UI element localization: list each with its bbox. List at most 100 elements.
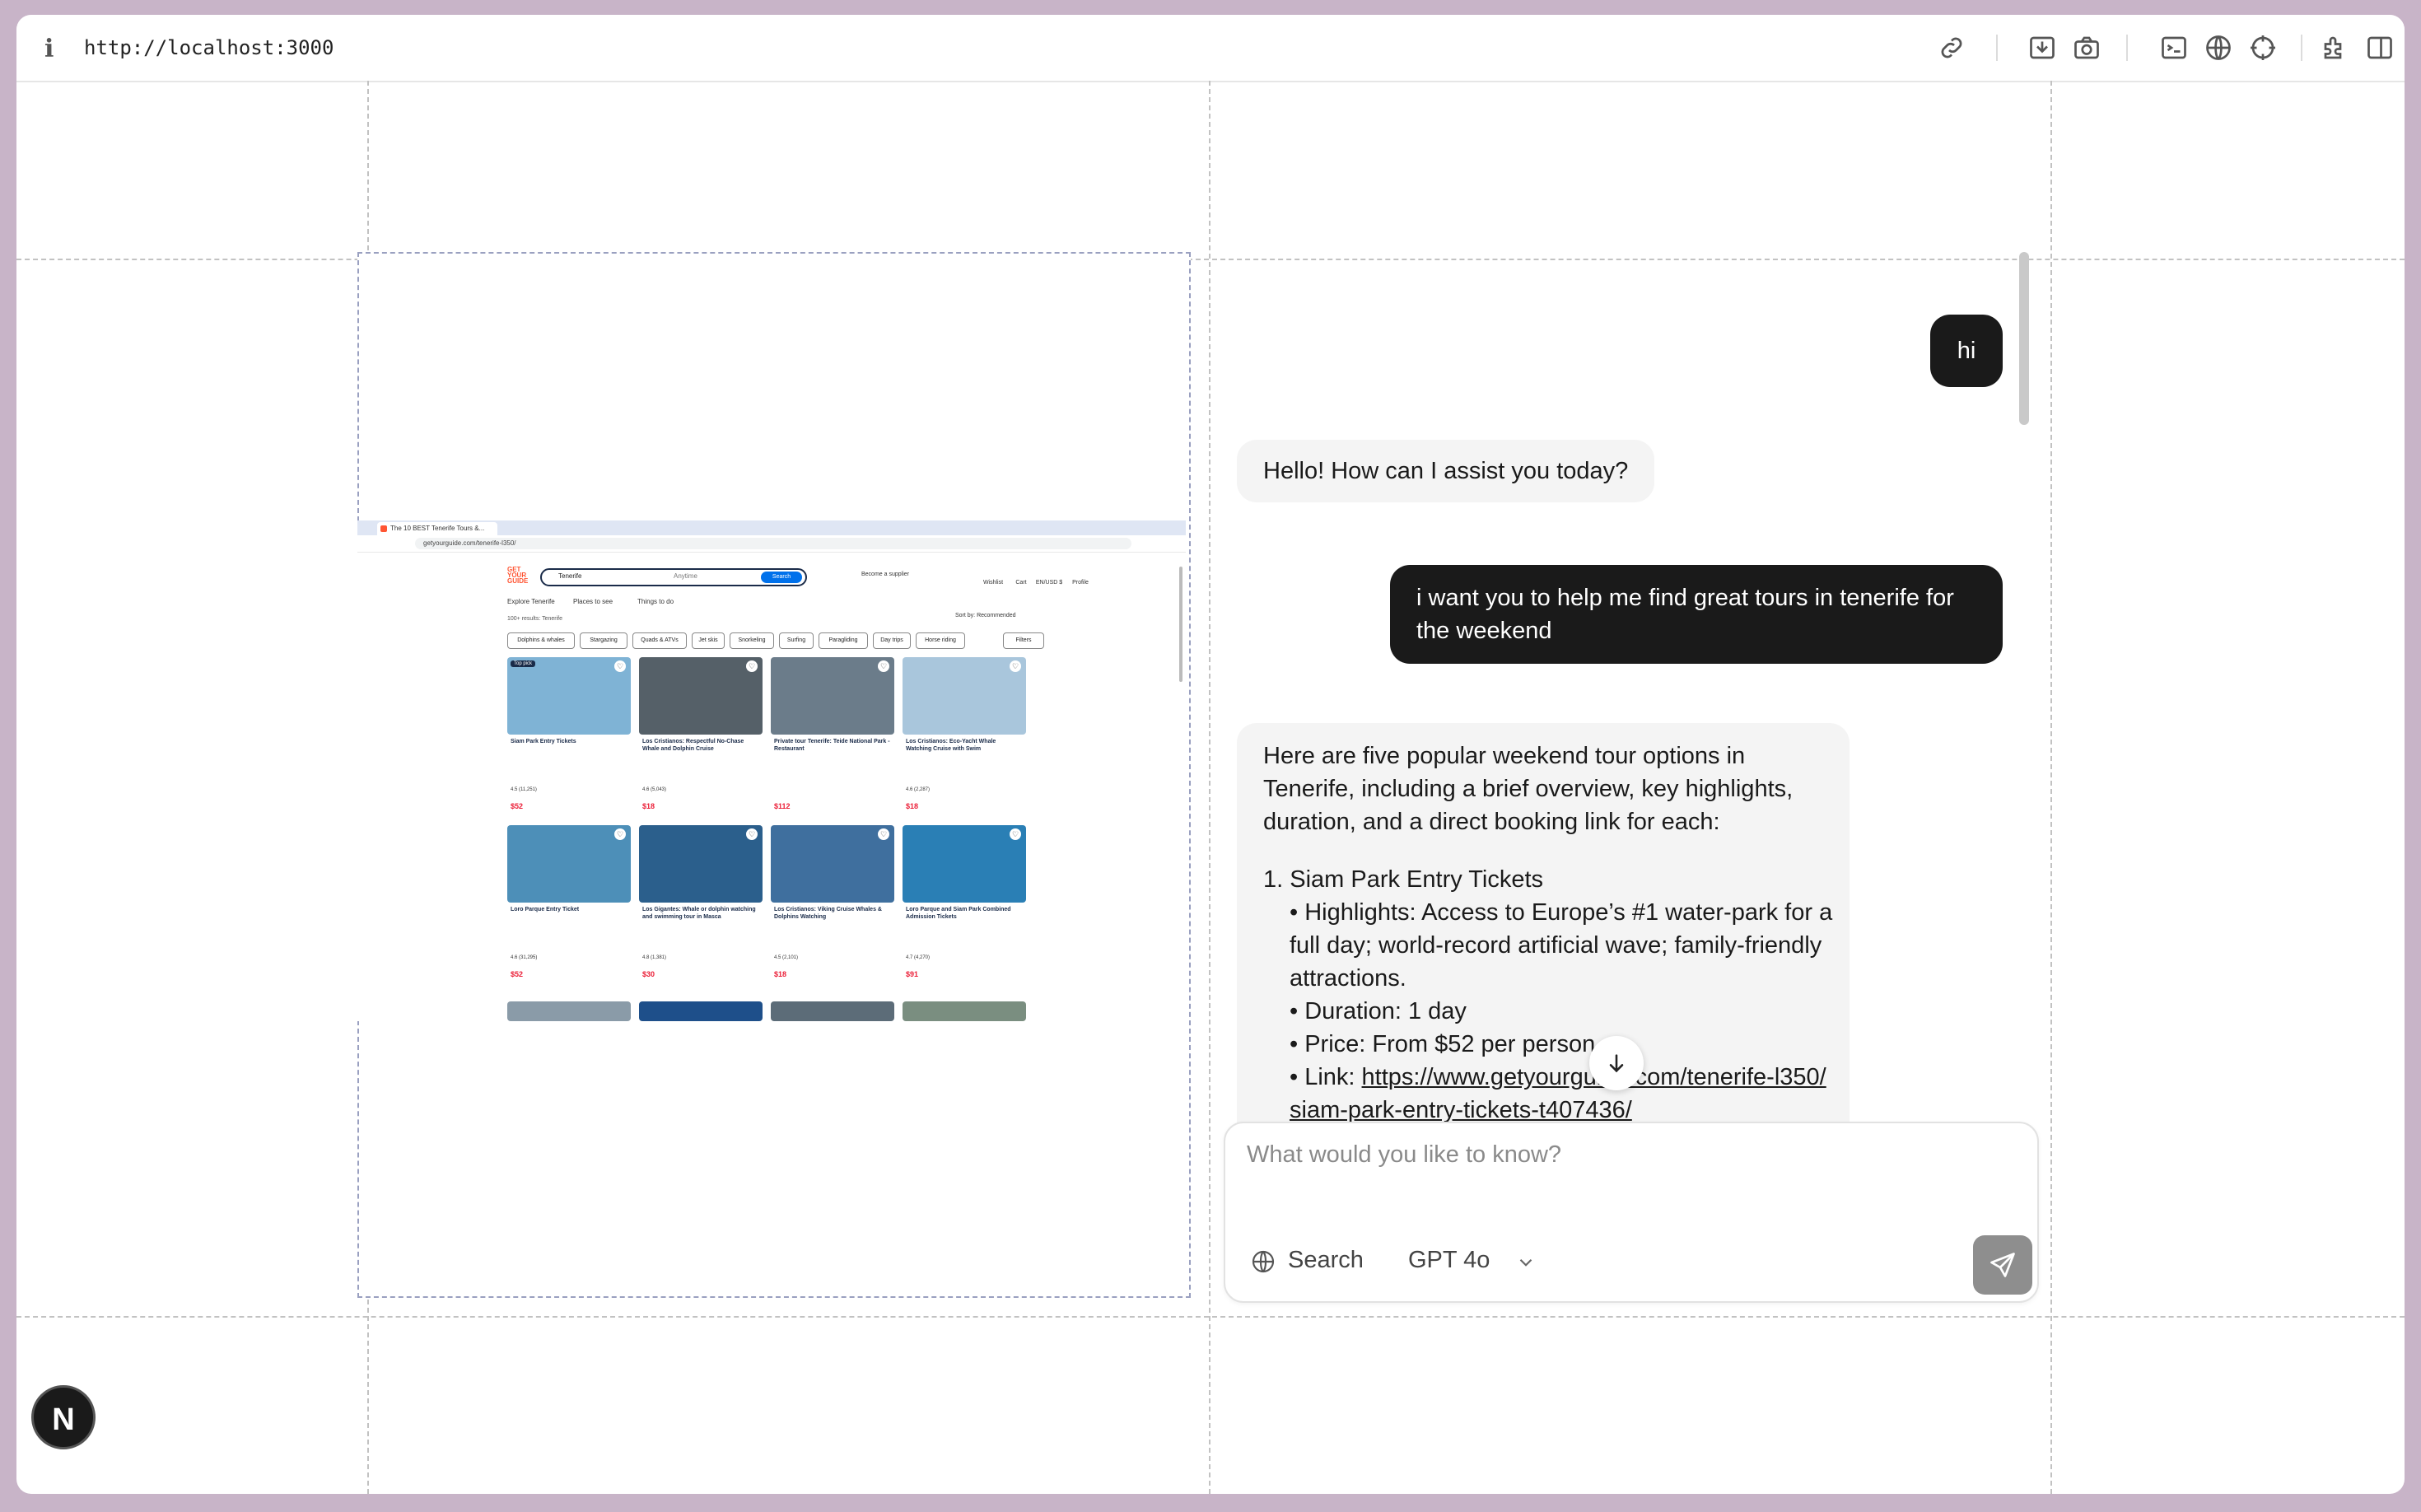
terminal-icon[interactable] xyxy=(2159,33,2189,63)
preview-filter-chip: Day trips xyxy=(873,632,911,649)
model-selector[interactable]: GPT 4o xyxy=(1408,1247,1532,1274)
tour-rating: 4.7 (4,270) xyxy=(906,955,931,960)
tour-price: $52 xyxy=(511,970,524,978)
tour-list-item: 1. Siam Park Entry Tickets xyxy=(1263,866,1544,893)
globe-icon xyxy=(1252,1250,1275,1273)
preview-header-label: EN/USD $ xyxy=(1035,580,1063,586)
tour-image xyxy=(771,1001,894,1021)
user-message: hi xyxy=(1930,315,2003,387)
preview-tour-card: ♡ Los Cristianos: Respectful No-Chase Wh… xyxy=(639,657,763,822)
preview-search-value: Tenerife xyxy=(558,572,582,580)
toolbar-divider xyxy=(2126,35,2128,61)
preview-tab: The 10 BEST Tenerife Tours &... xyxy=(377,522,497,535)
chat-input[interactable]: What would you like to know? xyxy=(1247,1141,1561,1169)
heart-icon: ♡ xyxy=(614,660,626,672)
website-preview-screenshot[interactable]: The 10 BEST Tenerife Tours &... getyourg… xyxy=(357,520,1186,1021)
preview-scrollbar xyxy=(1179,567,1183,682)
guide-line xyxy=(1209,81,1210,1494)
chevron-down-icon xyxy=(1519,1258,1532,1267)
preview-filter-chip: Jet skis xyxy=(692,632,725,649)
guide-line xyxy=(16,1316,2405,1318)
nextjs-dev-badge[interactable]: N xyxy=(31,1385,96,1449)
tour-price: $91 xyxy=(906,970,919,978)
assistant-message: Hello! How can I assist you today? xyxy=(1237,440,1655,502)
tour-price: • Price: From $52 per person xyxy=(1290,1031,1596,1057)
tour-image xyxy=(507,657,631,735)
tour-rating: 4.6 (2,287) xyxy=(906,787,931,792)
tour-title: Siam Park Entry Tickets xyxy=(511,739,576,744)
chat-input-box[interactable]: What would you like to know? Search GPT … xyxy=(1224,1122,2039,1303)
tour-rating: 4.6 (31,295) xyxy=(511,955,538,960)
tour-image xyxy=(639,1001,763,1021)
tour-price: $18 xyxy=(642,802,655,810)
preview-search-button: Search xyxy=(761,572,802,583)
toolbar-divider xyxy=(2301,35,2302,61)
preview-address-bar: getyourguide.com/tenerife-l350/ xyxy=(357,535,1186,553)
preview-nav-item: Things to do xyxy=(637,598,674,605)
user-message: i want you to help me find great tours i… xyxy=(1390,565,2003,664)
tour-image xyxy=(903,657,1026,735)
heart-icon: ♡ xyxy=(746,660,758,672)
preview-search-box: Tenerife Anytime Search xyxy=(540,568,807,586)
heart-icon: ♡ xyxy=(614,828,626,840)
scroll-down-button[interactable] xyxy=(1589,1036,1644,1090)
tour-rating: 4.5 (11,251) xyxy=(511,787,537,792)
globe-icon[interactable] xyxy=(2204,33,2233,63)
sidebar-icon[interactable] xyxy=(2365,33,2395,63)
preview-become-supplier: Become a supplier xyxy=(861,572,909,577)
link-icon[interactable] xyxy=(1937,33,1966,63)
getyourguide-logo: GET YOUR GUIDE xyxy=(507,567,532,585)
tour-image xyxy=(507,825,631,903)
preview-filter-chip: Paragliding xyxy=(819,632,868,649)
tour-image xyxy=(771,657,894,735)
logo-line: GUIDE xyxy=(507,577,529,585)
tour-price: $112 xyxy=(774,802,791,810)
preview-tour-card: ♡ Loro Parque and Siam Park Combined Adm… xyxy=(903,825,1026,990)
tour-link-label: • Link: xyxy=(1290,1064,1362,1090)
preview-tour-card: ♡ Private tour Tenerife: Teide National … xyxy=(771,657,894,822)
tour-image xyxy=(639,825,763,903)
url-bar[interactable]: http://localhost:3000 xyxy=(84,36,334,59)
crosshair-icon[interactable] xyxy=(2248,33,2278,63)
top-pick-badge: Top pick xyxy=(511,660,536,667)
camera-icon[interactable] xyxy=(2072,33,2101,63)
preview-nav-item: Places to see xyxy=(573,598,613,605)
heart-icon: ♡ xyxy=(1010,828,1021,840)
tour-title: Los Cristianos: Viking Cruise Whales & D… xyxy=(774,907,882,920)
tour-image xyxy=(771,825,894,903)
browser-toolbar: i http://localhost:3000 xyxy=(16,15,2405,82)
tour-image xyxy=(639,657,763,735)
tour-link[interactable]: https://www.getyourguide.com/tenerife-l3… xyxy=(1290,1064,1826,1123)
preview-filter-chip: Surfing xyxy=(779,632,814,649)
assistant-intro: Here are five popular weekend tour optio… xyxy=(1263,743,1794,835)
guide-line xyxy=(2050,81,2052,1494)
preview-tour-card xyxy=(771,1001,894,1021)
tour-link-line: • Link: https://www.getyourguide.com/ten… xyxy=(1290,1061,1833,1127)
search-label: Search xyxy=(1288,1247,1364,1273)
chat-scrollbar[interactable] xyxy=(2019,252,2029,425)
preview-tour-card: ♡ Loro Parque Entry Ticket 4.6 (31,295) … xyxy=(507,825,631,990)
tour-highlights: • Highlights: Access to Europe’s #1 wate… xyxy=(1290,899,1833,992)
send-button[interactable] xyxy=(1973,1235,2032,1295)
preview-filter-chip: Stargazing xyxy=(580,632,627,649)
tour-price: $18 xyxy=(774,970,787,978)
extension-icon[interactable] xyxy=(2321,33,2350,63)
preview-filter-chip: Snorkeling xyxy=(730,632,774,649)
preview-address: getyourguide.com/tenerife-l350/ xyxy=(415,538,1131,549)
image-icon[interactable] xyxy=(2027,33,2057,63)
tour-image xyxy=(507,1001,631,1021)
preview-nav-item: Explore Tenerife xyxy=(507,598,555,605)
tour-title: Private tour Tenerife: Teide National Pa… xyxy=(774,739,890,752)
tour-image xyxy=(903,825,1026,903)
preview-sort: Sort by: Recommended xyxy=(955,613,1016,618)
tour-price: $30 xyxy=(642,970,655,978)
preview-filter-chip: Filters xyxy=(1003,632,1044,649)
info-icon[interactable]: i xyxy=(44,35,54,63)
preview-header-label: Profile xyxy=(1072,580,1089,586)
heart-icon: ♡ xyxy=(878,828,889,840)
toolbar-divider xyxy=(1996,35,1998,61)
tour-duration: • Duration: 1 day xyxy=(1290,998,1467,1024)
preview-filter-chip: Horse riding xyxy=(916,632,965,649)
preview-tour-card xyxy=(507,1001,631,1021)
tour-rating: 4.8 (1,381) xyxy=(642,955,667,960)
